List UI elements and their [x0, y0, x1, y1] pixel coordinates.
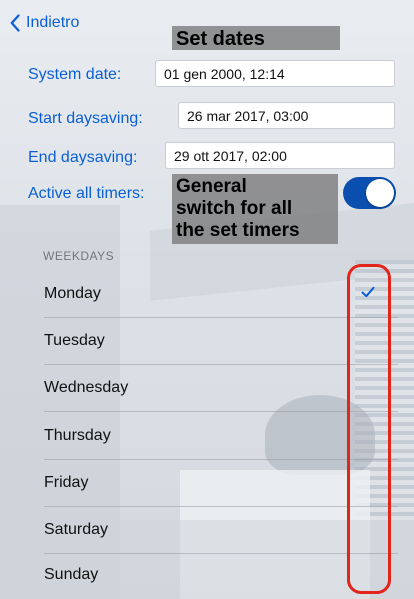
weekday-label: Monday	[44, 285, 101, 302]
active-timers-label: Active all timers:	[28, 185, 145, 202]
annotation-set-dates: Set dates	[172, 26, 340, 50]
weekday-label: Saturday	[44, 521, 109, 538]
weekday-row-thursday[interactable]: Thursday	[28, 414, 398, 460]
back-button[interactable]: Indietro	[10, 14, 79, 32]
annotation-general-switch: General switch for all the set timers	[172, 174, 338, 244]
annotation-line: the set timers	[176, 220, 300, 241]
system-date-field[interactable]: 01 gen 2000, 12:14	[155, 60, 395, 87]
start-daysaving-label: Start daysaving:	[28, 110, 143, 127]
row-separator	[44, 459, 398, 460]
end-daysaving-label: End daysaving:	[28, 149, 138, 166]
toggle-knob	[366, 179, 394, 207]
weekday-label: Sunday	[44, 566, 99, 583]
annotation-line: General	[176, 176, 247, 197]
end-daysaving-field[interactable]: 29 ott 2017, 02:00	[165, 142, 395, 169]
weekday-label: Wednesday	[44, 379, 129, 396]
weekday-label: Friday	[44, 474, 89, 491]
weekday-row-tuesday[interactable]: Tuesday	[28, 319, 398, 365]
row-separator	[44, 506, 398, 507]
weekday-row-saturday[interactable]: Saturday	[28, 508, 398, 554]
weekday-row-wednesday[interactable]: Wednesday	[28, 366, 398, 412]
start-daysaving-field[interactable]: 26 mar 2017, 03:00	[178, 102, 395, 129]
weekday-label: Tuesday	[44, 332, 105, 349]
weekdays-header: WEEKDAYS	[43, 249, 115, 263]
row-separator	[44, 411, 398, 412]
highlight-box-checkmarks	[347, 264, 391, 594]
weekday-row-friday[interactable]: Friday	[28, 461, 398, 507]
back-label: Indietro	[26, 14, 80, 31]
active-all-timers-toggle[interactable]	[343, 177, 396, 209]
weekday-label: Thursday	[44, 427, 111, 444]
chevron-left-icon	[10, 14, 20, 32]
weekday-row-monday[interactable]: Monday	[28, 272, 398, 318]
settings-screen: Indietro Set dates System date: 01 gen 2…	[0, 0, 414, 599]
row-separator	[44, 364, 398, 365]
annotation-line: switch for all	[176, 198, 293, 219]
row-separator	[44, 317, 398, 318]
weekday-row-sunday[interactable]: Sunday	[28, 553, 398, 599]
system-date-label: System date:	[28, 66, 122, 83]
